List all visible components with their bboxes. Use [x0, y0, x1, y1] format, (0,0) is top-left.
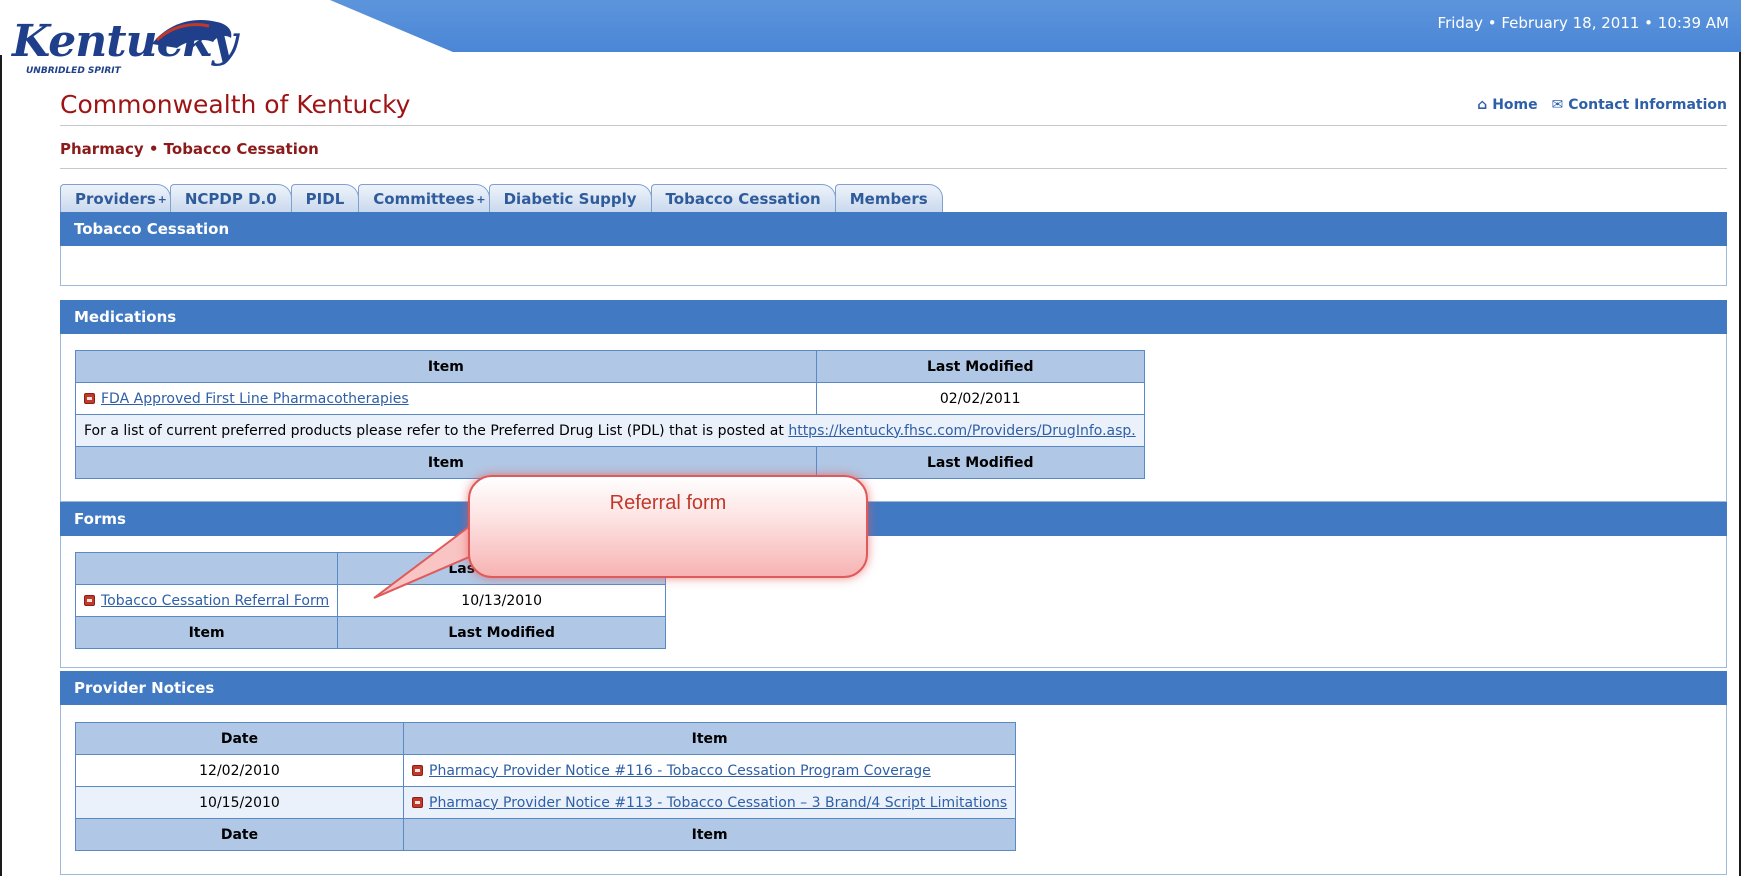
column-header-item: Item: [402, 722, 1017, 755]
table-footer-row: Item Last Modified: [75, 446, 1145, 479]
tab-label: PIDL: [305, 190, 345, 208]
tab-label: Members: [849, 190, 928, 208]
top-links: ⌂ Home ✉ Contact Information: [1477, 97, 1727, 113]
tab-label: NCPDP D.0: [184, 190, 277, 208]
home-link-label: Home: [1492, 97, 1538, 113]
column-footer-item: Item: [402, 818, 1017, 851]
date-cell: 12/02/2010: [75, 754, 404, 787]
date-cell: 02/02/2011: [815, 382, 1145, 415]
document-link[interactable]: Pharmacy Provider Notice #116 - Tobacco …: [429, 763, 931, 779]
main-tabs: Providers + NCPDP D.0 PIDL Committees + Di…: [60, 182, 943, 212]
contact-link-label: Contact Information: [1568, 97, 1727, 113]
table-header-row: Date Item: [75, 722, 1017, 755]
column-footer-last-modified: Last Modified: [337, 616, 667, 649]
tab-label: Providers: [75, 190, 156, 208]
date-cell: 10/15/2010: [75, 786, 404, 819]
document-link[interactable]: Tobacco Cessation Referral Form: [101, 593, 329, 609]
tab-label: Committees: [373, 190, 475, 208]
plus-icon: +: [476, 193, 486, 206]
callout-annotation: Referral form: [468, 475, 868, 578]
horse-head-icon: [152, 20, 232, 48]
document-link[interactable]: Pharmacy Provider Notice #113 - Tobacco …: [429, 795, 1007, 811]
column-footer-date: Date: [75, 818, 404, 851]
pdf-icon: [84, 392, 95, 404]
item-cell: Tobacco Cessation Referral Form: [74, 584, 339, 617]
table-footer-row: Item Last Modified: [74, 616, 667, 649]
pdl-link[interactable]: https://kentucky.fhsc.com/Providers/Drug…: [788, 423, 1135, 439]
tab-committees[interactable]: Committees +: [358, 184, 490, 212]
page-heading: Tobacco Cessation: [74, 220, 230, 238]
table-row: Tobacco Cessation Referral Form 10/13/20…: [74, 584, 667, 617]
tab-pidl[interactable]: PIDL: [290, 184, 360, 212]
column-header-item: Item: [75, 350, 817, 383]
table-header-row: Item Last Modified: [75, 350, 1145, 383]
tab-ncpdp[interactable]: NCPDP D.0: [169, 184, 292, 212]
forms-bar: Forms: [60, 502, 1727, 536]
column-footer-item: Item: [75, 446, 817, 479]
house-icon: ⌂: [1477, 97, 1488, 113]
forms-heading: Forms: [74, 510, 126, 528]
notices-table: Date Item 12/02/2010 Pharmacy Provider N…: [75, 722, 1017, 851]
medications-heading: Medications: [74, 308, 177, 326]
medications-bar: Medications: [60, 300, 1727, 334]
item-cell: Pharmacy Provider Notice #116 - Tobacco …: [402, 754, 1017, 787]
callout-text: Referral form: [609, 492, 727, 514]
tab-label: Tobacco Cessation: [665, 190, 821, 208]
tab-providers[interactable]: Providers +: [60, 184, 171, 212]
note-cell: For a list of current preferred products…: [75, 414, 1145, 447]
column-footer-last-modified: Last Modified: [815, 446, 1145, 479]
notices-heading: Provider Notices: [74, 679, 215, 697]
tab-diabetic-supply[interactable]: Diabetic Supply: [488, 184, 652, 212]
column-footer-item: Item: [74, 616, 339, 649]
plus-icon: +: [157, 193, 167, 206]
page-heading-panel: [60, 246, 1727, 286]
tab-label: Diabetic Supply: [503, 190, 637, 208]
pdf-icon: [84, 594, 95, 606]
home-link[interactable]: ⌂ Home: [1477, 97, 1537, 113]
column-header-date: Date: [75, 722, 404, 755]
breadcrumb: Pharmacy • Tobacco Cessation: [60, 140, 319, 158]
divider: [60, 125, 1727, 126]
table-row: 10/15/2010 Pharmacy Provider Notice #113…: [75, 786, 1017, 819]
note-text: For a list of current preferred products…: [84, 422, 789, 439]
note-row: For a list of current preferred products…: [75, 414, 1145, 447]
medications-table: Item Last Modified FDA Approved First Li…: [75, 350, 1145, 479]
item-cell: FDA Approved First Line Pharmacotherapie…: [75, 382, 817, 415]
kentucky-logo[interactable]: Kentucky UNBRIDLED SPIRIT: [12, 14, 237, 76]
header-datetime: Friday • February 18, 2011 • 10:39 AM: [1437, 14, 1729, 32]
contact-link[interactable]: ✉ Contact Information: [1552, 97, 1727, 113]
date-cell: 10/13/2010: [337, 584, 667, 617]
pdf-icon: [412, 764, 423, 776]
logo-tagline: UNBRIDLED SPIRIT: [26, 66, 121, 76]
notices-bar: Provider Notices: [60, 671, 1727, 705]
tab-members[interactable]: Members: [834, 184, 943, 212]
pdf-icon: [412, 796, 423, 808]
column-header-item: [74, 552, 339, 585]
table-row: 12/02/2010 Pharmacy Provider Notice #116…: [75, 754, 1017, 787]
site-title: Commonwealth of Kentucky: [60, 90, 411, 119]
item-cell: Pharmacy Provider Notice #113 - Tobacco …: [402, 786, 1017, 819]
document-link[interactable]: FDA Approved First Line Pharmacotherapie…: [101, 391, 409, 407]
table-row: FDA Approved First Line Pharmacotherapie…: [75, 382, 1145, 415]
tab-tobacco-cessation[interactable]: Tobacco Cessation: [650, 184, 836, 212]
divider: [60, 168, 1727, 169]
column-header-last-modified: Last Modified: [815, 350, 1145, 383]
page-heading-bar: Tobacco Cessation: [60, 212, 1727, 246]
envelope-icon: ✉: [1551, 97, 1564, 113]
table-footer-row: Date Item: [75, 818, 1017, 851]
